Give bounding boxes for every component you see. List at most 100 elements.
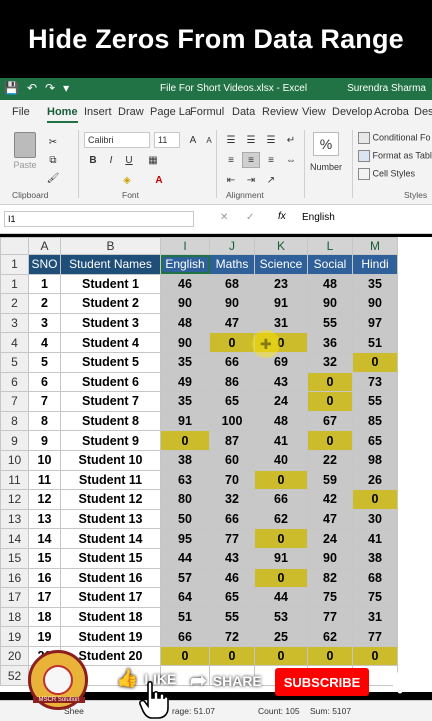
score-cell[interactable]: 31: [352, 606, 398, 628]
score-cell[interactable]: 63: [160, 469, 210, 491]
share-button[interactable]: ➦ SHARE: [190, 668, 262, 693]
student-name-cell[interactable]: Student 9: [60, 430, 161, 451]
score-cell[interactable]: 51: [160, 606, 210, 628]
row-header[interactable]: 1: [0, 254, 29, 275]
student-name-cell[interactable]: Student 17: [60, 587, 161, 608]
score-cell[interactable]: 48: [307, 273, 353, 295]
score-cell[interactable]: 0: [160, 645, 210, 667]
score-cell[interactable]: 0: [352, 645, 398, 667]
row-header[interactable]: 17: [0, 587, 29, 608]
student-name-cell[interactable]: Student 11: [60, 469, 161, 491]
bell-icon[interactable]: [389, 670, 411, 694]
tab-page-layout[interactable]: Page La: [150, 106, 191, 118]
undo-icon[interactable]: ↶: [27, 81, 37, 95]
copy-icon[interactable]: ⧉: [44, 152, 62, 168]
user-name[interactable]: Surendra Sharma: [347, 83, 426, 94]
score-cell[interactable]: 55: [209, 606, 255, 628]
score-cell[interactable]: 80: [160, 489, 210, 510]
align-middle-icon[interactable]: ☰: [242, 132, 260, 148]
student-name-cell[interactable]: Student 15: [60, 547, 161, 569]
row-header[interactable]: 2: [0, 293, 29, 314]
italic-button[interactable]: I: [102, 152, 120, 168]
column-header[interactable]: K: [254, 237, 308, 255]
student-name-cell[interactable]: Student 2: [60, 293, 161, 314]
sno-cell[interactable]: 8: [28, 410, 61, 432]
score-cell[interactable]: 0: [209, 645, 255, 667]
score-cell[interactable]: 91: [254, 547, 308, 569]
sno-cell[interactable]: 11: [28, 469, 61, 491]
score-cell[interactable]: 90: [307, 547, 353, 569]
score-cell[interactable]: 41: [352, 528, 398, 549]
score-cell[interactable]: 46: [160, 273, 210, 295]
sno-cell[interactable]: 16: [28, 567, 61, 589]
sno-cell[interactable]: 7: [28, 391, 61, 412]
score-cell[interactable]: 48: [160, 312, 210, 334]
sno-cell[interactable]: 1: [28, 273, 61, 295]
row-header[interactable]: 15: [0, 547, 29, 569]
score-cell[interactable]: 98: [352, 449, 398, 471]
score-cell[interactable]: 62: [307, 626, 353, 647]
column-header[interactable]: A: [28, 237, 61, 255]
score-cell[interactable]: 66: [209, 351, 255, 373]
customize-icon[interactable]: ▾: [63, 81, 69, 95]
sno-cell[interactable]: 9: [28, 430, 61, 451]
score-cell[interactable]: 59: [307, 469, 353, 491]
score-cell[interactable]: 97: [352, 312, 398, 334]
score-cell[interactable]: 77: [307, 606, 353, 628]
score-cell[interactable]: 82: [307, 567, 353, 589]
score-cell[interactable]: 47: [307, 508, 353, 530]
tab-developer[interactable]: Develop: [332, 106, 372, 118]
tab-design[interactable]: Desi: [414, 106, 432, 118]
tab-draw[interactable]: Draw: [118, 106, 144, 118]
align-bottom-icon[interactable]: ☰: [262, 132, 280, 148]
subscribe-button[interactable]: SUBSCRIBE: [275, 668, 369, 696]
score-cell[interactable]: 30: [352, 508, 398, 530]
score-cell[interactable]: 90: [307, 293, 353, 314]
sno-cell[interactable]: 13: [28, 508, 61, 530]
sno-cell[interactable]: 15: [28, 547, 61, 569]
score-cell[interactable]: 70: [209, 469, 255, 491]
row-header[interactable]: 18: [0, 606, 29, 628]
sno-cell[interactable]: 4: [28, 332, 61, 353]
row-header[interactable]: 14: [0, 528, 29, 549]
score-cell[interactable]: 66: [254, 489, 308, 510]
score-cell[interactable]: 75: [352, 587, 398, 608]
sno-cell[interactable]: 3: [28, 312, 61, 334]
score-cell[interactable]: 0: [254, 469, 308, 491]
score-cell[interactable]: 32: [307, 351, 353, 373]
row-header[interactable]: 16: [0, 567, 29, 589]
fill-color-icon[interactable]: ◈: [118, 172, 136, 188]
tab-home[interactable]: Home: [47, 106, 78, 123]
score-cell[interactable]: 44: [160, 547, 210, 569]
score-cell[interactable]: 85: [352, 410, 398, 432]
tab-formulas[interactable]: Formul: [190, 106, 224, 118]
tab-review[interactable]: Review: [262, 106, 298, 118]
score-cell[interactable]: 0: [307, 645, 353, 667]
header-cell[interactable]: Social: [307, 254, 353, 275]
row-header[interactable]: 12: [0, 489, 29, 510]
column-header[interactable]: L: [307, 237, 353, 255]
student-name-cell[interactable]: Student 5: [60, 351, 161, 373]
score-cell[interactable]: 67: [307, 410, 353, 432]
student-name-cell[interactable]: Student 12: [60, 489, 161, 510]
align-left-icon[interactable]: ≡: [222, 152, 240, 168]
tab-acrobat[interactable]: Acroba: [374, 106, 409, 118]
score-cell[interactable]: 64: [160, 587, 210, 608]
header-cell[interactable]: Science: [254, 254, 308, 275]
column-header[interactable]: I: [160, 237, 210, 255]
student-name-cell[interactable]: Student 10: [60, 449, 161, 471]
student-name-cell[interactable]: Student 13: [60, 508, 161, 530]
score-cell[interactable]: 55: [352, 391, 398, 412]
row-header[interactable]: 10: [0, 449, 29, 471]
score-cell[interactable]: 47: [209, 312, 255, 334]
row-header[interactable]: 13: [0, 508, 29, 530]
sno-cell[interactable]: 6: [28, 371, 61, 393]
score-cell[interactable]: 95: [160, 528, 210, 549]
tab-insert[interactable]: Insert: [84, 106, 112, 118]
score-cell[interactable]: 0: [254, 567, 308, 589]
student-name-cell[interactable]: Student 4: [60, 332, 161, 353]
score-cell[interactable]: 35: [352, 273, 398, 295]
score-cell[interactable]: 90: [160, 293, 210, 314]
sno-cell[interactable]: 5: [28, 351, 61, 373]
cancel-icon[interactable]: ✕: [220, 212, 228, 223]
